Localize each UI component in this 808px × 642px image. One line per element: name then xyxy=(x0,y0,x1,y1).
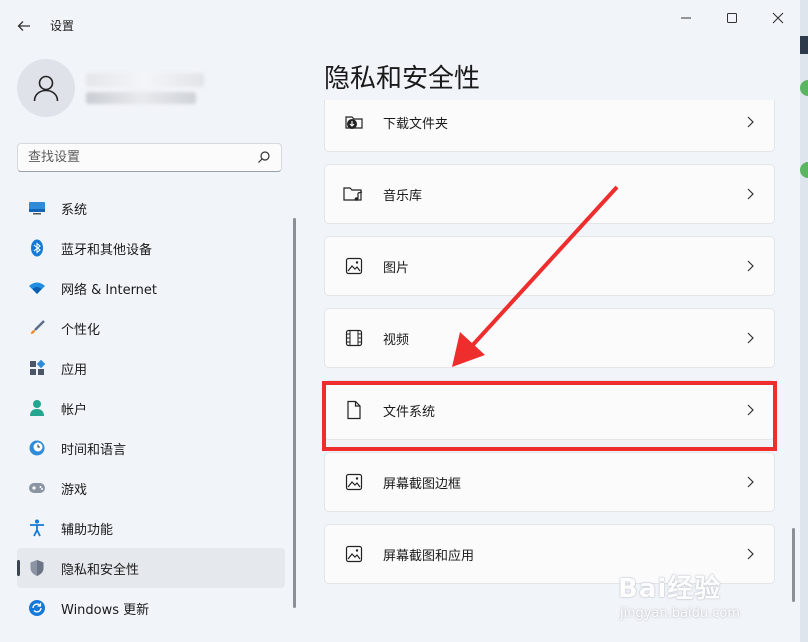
gamepad-icon xyxy=(27,478,47,498)
main-scrollbar[interactable] xyxy=(792,528,795,602)
page-title: 隐私和安全性 xyxy=(324,64,481,94)
account-name-redacted xyxy=(86,73,204,87)
desktop-add-badge xyxy=(800,80,808,96)
sidebar-item-time-language[interactable]: 时间和语言 xyxy=(17,428,285,468)
minimize-button[interactable] xyxy=(663,8,709,28)
close-button[interactable] xyxy=(755,8,800,28)
sidebar-item-windows-update[interactable]: Windows 更新 xyxy=(17,588,285,628)
settings-item-downloads-folder[interactable]: 下载文件夹 xyxy=(324,100,775,152)
desktop-window-edge xyxy=(800,36,808,54)
watermark-url: jingyan.baidu.com xyxy=(620,606,740,621)
sidebar-item-label: 辅助功能 xyxy=(61,522,114,538)
baidu-watermark: Bai经验 jingyan.baidu.com xyxy=(618,566,788,636)
maximize-button[interactable] xyxy=(709,8,755,28)
settings-item-label: 下载文件夹 xyxy=(383,116,449,132)
sidebar-item-network[interactable]: 网络 & Internet xyxy=(17,268,285,308)
settings-item-label: 图片 xyxy=(383,260,410,276)
sidebar-item-apps[interactable]: 应用 xyxy=(17,348,285,388)
sidebar-item-privacy-security[interactable]: 隐私和安全性 xyxy=(17,548,285,588)
accessibility-icon xyxy=(27,518,47,538)
sidebar-item-label: 应用 xyxy=(61,362,88,378)
brush-icon xyxy=(27,318,47,338)
sidebar-item-accessibility[interactable]: 辅助功能 xyxy=(17,508,285,548)
sidebar-item-label: 游戏 xyxy=(61,482,88,498)
clock-globe-icon xyxy=(27,438,47,458)
account-icon xyxy=(27,398,47,418)
settings-item-screenshot-borders[interactable]: 屏幕截图边框 xyxy=(324,452,775,512)
sidebar-item-label: 帐户 xyxy=(61,402,88,418)
maximize-icon xyxy=(727,13,737,23)
sidebar-item-personalization[interactable]: 个性化 xyxy=(17,308,285,348)
back-arrow-icon xyxy=(17,21,30,31)
sidebar-item-label: 网络 & Internet xyxy=(61,282,158,298)
chevron-right-icon xyxy=(742,258,758,274)
settings-item-videos[interactable]: 视频 xyxy=(324,308,775,368)
music-folder-icon xyxy=(343,183,365,205)
chevron-right-icon xyxy=(742,186,758,202)
desktop-add-badge xyxy=(800,162,808,178)
sidebar-item-bluetooth[interactable]: 蓝牙和其他设备 xyxy=(17,228,285,268)
sidebar-item-label: 时间和语言 xyxy=(61,442,127,458)
film-icon xyxy=(343,327,365,349)
settings-item-pictures[interactable]: 图片 xyxy=(324,236,775,296)
picture-icon xyxy=(343,543,365,565)
chevron-right-icon xyxy=(742,114,758,130)
sidebar-nav: 系统 蓝牙和其他设备 网络 & Internet 个性化 应用 帐户 时间和语言 xyxy=(17,188,285,628)
update-icon xyxy=(27,598,47,618)
annotation-highlight-box xyxy=(322,381,777,451)
sidebar-item-system[interactable]: 系统 xyxy=(17,188,285,228)
back-button[interactable] xyxy=(12,14,36,38)
download-folder-icon xyxy=(343,111,365,133)
shield-icon xyxy=(27,558,47,578)
chevron-right-icon xyxy=(742,546,758,562)
settings-item-label: 屏幕截图和应用 xyxy=(383,548,475,564)
settings-list: 下载文件夹 音乐库 图片 视频 文件系统 屏幕截图边框 屏幕截图和应用 xyxy=(324,100,776,642)
sidebar-item-label: 个性化 xyxy=(61,322,101,338)
settings-window: 设置 系统 蓝牙和其他设备 网络 & Internet 个性化 xyxy=(0,0,801,642)
user-icon xyxy=(33,75,59,102)
desktop-background xyxy=(800,0,808,642)
picture-icon xyxy=(343,471,365,493)
minimize-icon xyxy=(681,17,691,19)
search-icon[interactable] xyxy=(257,150,271,164)
settings-item-music-library[interactable]: 音乐库 xyxy=(324,164,775,224)
apps-icon xyxy=(27,358,47,378)
sidebar-item-gaming[interactable]: 游戏 xyxy=(17,468,285,508)
sidebar-item-label: Windows 更新 xyxy=(61,602,150,618)
bluetooth-icon xyxy=(27,238,47,258)
search-box[interactable] xyxy=(17,143,282,172)
avatar[interactable] xyxy=(17,59,75,117)
chevron-right-icon xyxy=(742,474,758,490)
chevron-right-icon xyxy=(742,330,758,346)
picture-icon xyxy=(343,255,365,277)
settings-item-label: 视频 xyxy=(383,332,410,348)
settings-item-label: 音乐库 xyxy=(383,188,423,204)
close-icon xyxy=(772,12,784,24)
watermark-logo: Bai经验 xyxy=(618,574,722,604)
account-email-redacted xyxy=(86,92,196,104)
settings-item-label: 屏幕截图边框 xyxy=(383,476,462,492)
sidebar-item-label: 系统 xyxy=(61,202,88,218)
monitor-icon xyxy=(27,198,47,218)
sidebar-item-label: 隐私和安全性 xyxy=(61,562,140,578)
sidebar-item-label: 蓝牙和其他设备 xyxy=(61,242,153,258)
search-input[interactable] xyxy=(26,149,250,166)
sidebar-item-accounts[interactable]: 帐户 xyxy=(17,388,285,428)
app-title: 设置 xyxy=(50,19,75,33)
sidebar-scrollbar[interactable] xyxy=(293,218,296,608)
wifi-icon xyxy=(27,278,47,298)
